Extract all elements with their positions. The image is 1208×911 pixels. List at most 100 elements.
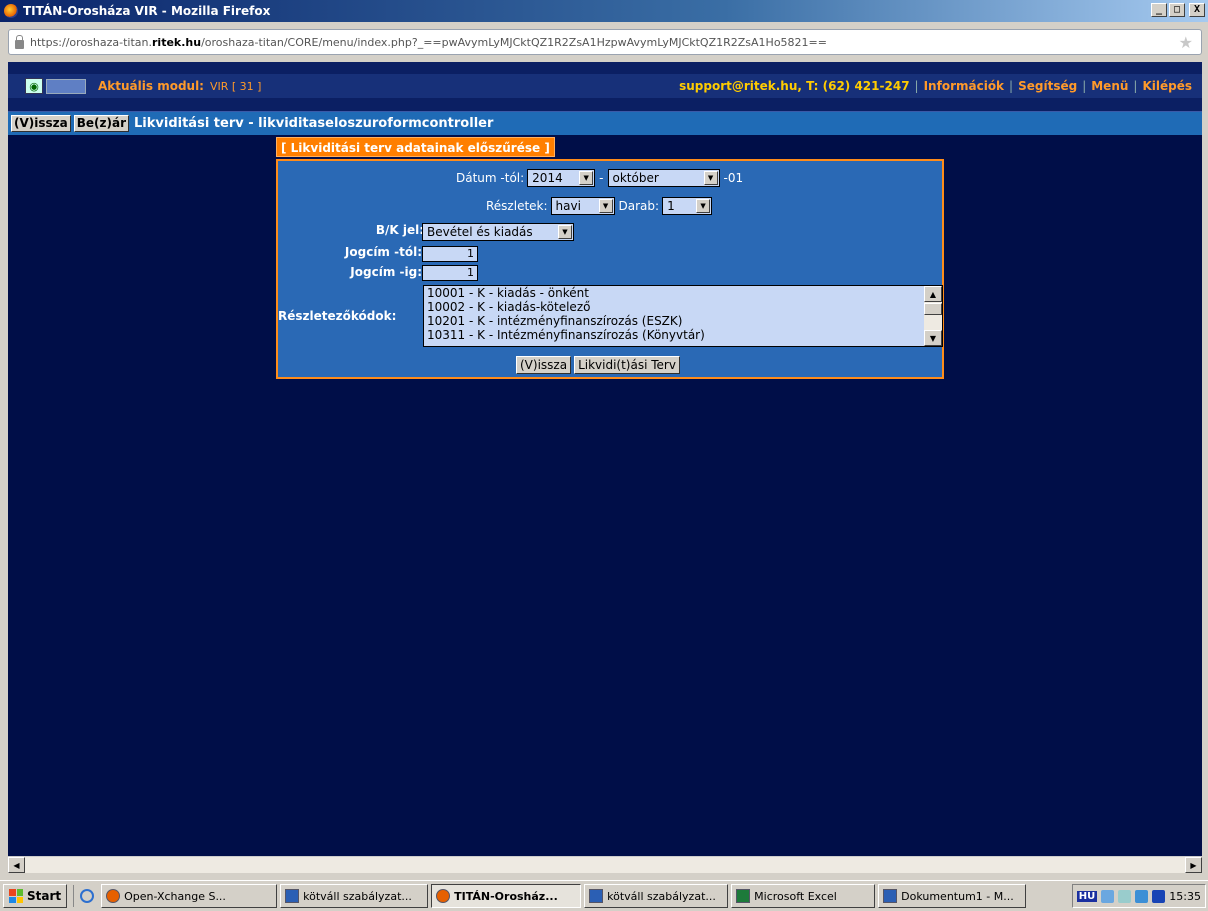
date-label: Dátum -tól: xyxy=(456,171,525,185)
maximize-button[interactable]: □ xyxy=(1169,3,1185,17)
count-label: Darab: xyxy=(618,199,660,213)
chevron-down-icon: ▼ xyxy=(579,171,594,185)
dialog-back-button[interactable]: (V)issza xyxy=(516,356,572,374)
date-row: Dátum -tól: 2014 ▼ - október ▼ -01 xyxy=(456,169,743,187)
separator: | xyxy=(914,79,919,93)
count-value: 1 xyxy=(667,199,675,213)
word-icon xyxy=(883,889,898,903)
task-label: Dokumentum1 - M... xyxy=(901,889,1014,903)
task-word-3[interactable]: Dokumentum1 - M... xyxy=(878,884,1027,908)
word-icon xyxy=(285,889,300,903)
close-button[interactable]: Be(z)ár xyxy=(73,115,130,132)
logout-link[interactable]: Kilépés xyxy=(1142,79,1192,93)
url-field[interactable]: https://oroshaza-titan. ritek.hu/oroshaza… xyxy=(8,29,1202,55)
jogcim-to-label: Jogcím -ig: xyxy=(350,265,422,279)
panda-icon[interactable] xyxy=(1118,889,1132,903)
codes-label-cell: Részletezőkódok: xyxy=(278,309,396,323)
app-header-bar: ◉ Aktuális modul: VIR [ 31 ] support@rit… xyxy=(8,74,1202,98)
bk-select[interactable]: Bevétel és kiadás ▼ xyxy=(422,223,574,241)
count-select[interactable]: 1 ▼ xyxy=(662,197,713,215)
date-dash: - xyxy=(599,171,604,185)
language-indicator[interactable]: HU xyxy=(1076,890,1098,902)
word-icon xyxy=(589,889,604,903)
window-titlebar: TITÁN-Orosháza VIR - Mozilla Firefox _ □… xyxy=(0,0,1208,22)
year-select[interactable]: 2014 ▼ xyxy=(527,169,596,187)
list-item[interactable]: 10201 - K - intézményfinanszírozás (ESZK… xyxy=(424,314,942,328)
excel-icon xyxy=(736,889,751,903)
update-icon[interactable] xyxy=(1135,889,1149,903)
page-viewport: ◉ Aktuális modul: VIR [ 31 ] support@rit… xyxy=(8,62,1202,856)
separator: | xyxy=(1133,79,1138,93)
scroll-up-icon[interactable]: ▲ xyxy=(924,286,942,302)
scroll-down-icon[interactable]: ▼ xyxy=(924,330,942,346)
menu-link[interactable]: Menü xyxy=(1091,79,1128,93)
task-word-1[interactable]: kötváll szabályzat... xyxy=(280,884,429,908)
day-suffix: -01 xyxy=(723,171,744,185)
task-word-2[interactable]: kötváll szabályzat... xyxy=(584,884,729,908)
scroll-left-icon[interactable]: ◀ xyxy=(8,857,25,873)
ie-icon xyxy=(79,889,94,903)
task-excel[interactable]: Microsoft Excel xyxy=(731,884,876,908)
media-icon[interactable] xyxy=(1152,889,1166,903)
eye-icon[interactable]: ◉ xyxy=(25,78,43,94)
details-row: Részletek: havi ▼ Darab: 1 ▼ xyxy=(486,197,713,215)
window-title: TITÁN-Orosháza VIR - Mozilla Firefox xyxy=(23,4,271,18)
window-controls: _ □ X xyxy=(1151,3,1205,17)
codes-label: Részletezőkódok: xyxy=(278,309,397,323)
jogcim-to-input[interactable]: 1 xyxy=(422,265,478,281)
list-item[interactable]: 10002 - K - kiadás-kötelező xyxy=(424,300,942,314)
close-window-button[interactable]: X xyxy=(1189,3,1205,17)
module-selector-box[interactable] xyxy=(46,78,86,94)
details-value: havi xyxy=(555,199,581,213)
firefox-icon xyxy=(436,889,451,903)
details-select[interactable]: havi ▼ xyxy=(550,197,615,215)
list-item[interactable]: 10001 - K - kiadás - önként xyxy=(424,286,942,300)
horizontal-scrollbar[interactable]: ◀ ▶ xyxy=(8,856,1202,873)
month-select[interactable]: október ▼ xyxy=(607,169,720,187)
jogcim-from-label-cell: Jogcím -tól: xyxy=(278,245,426,259)
support-contact: support@ritek.hu, T: (62) 421-247 xyxy=(679,79,910,93)
back-button[interactable]: (V)issza xyxy=(11,115,71,132)
jogcim-from-input[interactable]: 1 xyxy=(422,246,478,262)
start-label: Start xyxy=(27,889,62,903)
minimize-button[interactable]: _ xyxy=(1151,3,1167,17)
details-label: Részletek: xyxy=(486,199,548,213)
lock-icon xyxy=(15,34,24,49)
system-tray: HU 15:35 xyxy=(1071,884,1206,908)
filter-dialog: Dátum -tól: 2014 ▼ - október ▼ -01 Részl… xyxy=(276,159,944,379)
url-suffix: /oroshaza-titan/CORE/menu/index.php?_==p… xyxy=(201,35,827,49)
bk-label: B/K jel: xyxy=(375,223,424,237)
url-prefix: https://oroshaza-titan. xyxy=(30,35,152,49)
module-label: Aktuális modul: xyxy=(98,79,204,93)
jogcim-to-label-cell: Jogcím -ig: xyxy=(278,265,426,279)
app-header: ◉ Aktuális modul: VIR [ 31 ] support@rit… xyxy=(8,62,1202,112)
codes-listbox[interactable]: 10001 - K - kiadás - önként 10002 - K - … xyxy=(423,285,943,347)
list-item[interactable]: 10311 - K - Intézményfinanszírozás (Köny… xyxy=(424,328,942,342)
year-value: 2014 xyxy=(532,171,563,185)
separator: | xyxy=(1082,79,1087,93)
jogcim-from-cell: 1 xyxy=(422,246,478,262)
listbox-scrollbar[interactable]: ▲ ▼ xyxy=(924,286,942,346)
start-button[interactable]: Start xyxy=(3,884,68,908)
quicklaunch-ie[interactable] xyxy=(73,885,95,907)
task-label: kötváll szabályzat... xyxy=(607,889,716,903)
task-label: Open-Xchange S... xyxy=(124,889,226,903)
help-link[interactable]: Segítség xyxy=(1018,79,1077,93)
bk-value: Bevétel és kiadás xyxy=(427,225,533,239)
dialog-title: [ Likviditási terv adatainak előszűrése … xyxy=(276,137,555,157)
liquidity-plan-button[interactable]: Likvidi(t)ási Terv xyxy=(574,356,680,374)
module-value: VIR [ 31 ] xyxy=(209,79,262,93)
network-icon[interactable] xyxy=(1101,889,1115,903)
task-openxchange[interactable]: Open-Xchange S... xyxy=(101,884,278,908)
scroll-thumb[interactable] xyxy=(924,303,942,315)
header-links: support@ritek.hu, T: (62) 421-247 | Info… xyxy=(679,79,1192,93)
url-domain: ritek.hu xyxy=(152,35,202,49)
chevron-down-icon: ▼ xyxy=(703,171,718,185)
bookmark-star-icon[interactable]: ★ xyxy=(1179,33,1193,52)
chevron-down-icon: ▼ xyxy=(598,199,613,213)
scroll-right-icon[interactable]: ▶ xyxy=(1185,857,1202,873)
firefox-icon xyxy=(106,889,121,903)
firefox-icon xyxy=(4,4,18,18)
info-link[interactable]: Információk xyxy=(924,79,1004,93)
task-titan[interactable]: TITÁN-Orosház... xyxy=(431,884,582,908)
